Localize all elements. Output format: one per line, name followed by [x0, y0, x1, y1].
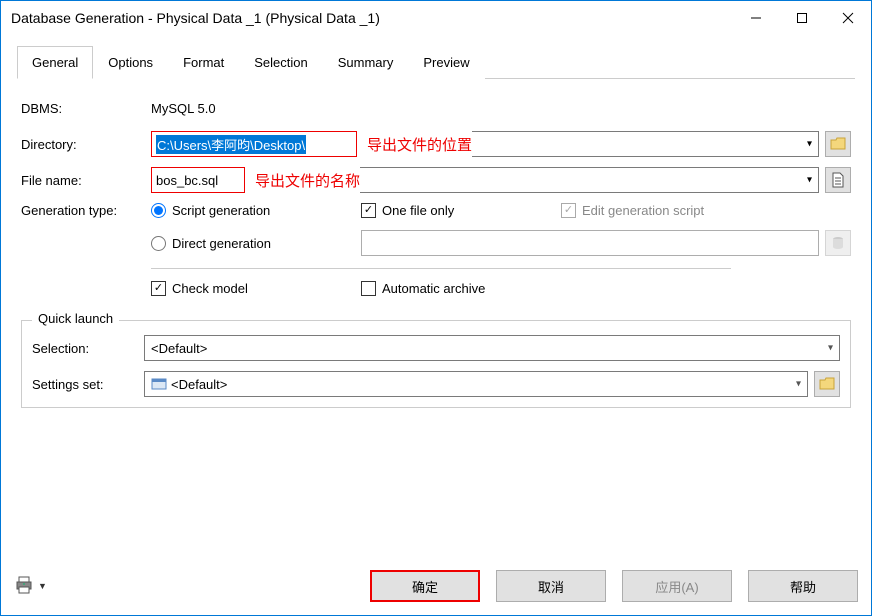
folder-icon [830, 137, 846, 151]
quick-launch-fieldset: Quick launch Selection: <Default> ▾ Sett… [21, 320, 851, 408]
content-area: General Options Format Selection Summary… [1, 35, 871, 412]
database-icon [831, 236, 845, 250]
directory-annotation: 导出文件的位置 [367, 134, 472, 155]
auto-archive-checkbox[interactable] [361, 281, 376, 296]
settings-combo[interactable]: <Default> ▾ [144, 371, 808, 397]
one-file-label: One file only [382, 203, 454, 218]
dbms-label: DBMS: [21, 101, 151, 116]
direct-generation-field[interactable] [361, 230, 819, 256]
check-model-label: Check model [172, 281, 248, 296]
tab-summary[interactable]: Summary [323, 46, 409, 79]
one-file-checkbox[interactable]: ✓ [361, 203, 376, 218]
directory-combo[interactable]: C:\Users\李阿昀\Desktop\ [151, 131, 357, 157]
apply-button: 应用(A) [622, 570, 732, 602]
window-controls [733, 2, 871, 34]
settings-label: Settings set: [32, 377, 144, 392]
titlebar: Database Generation - Physical Data _1 (… [1, 1, 871, 35]
direct-generation-browse-button [825, 230, 851, 256]
filename-annotation: 导出文件的名称 [255, 170, 360, 191]
browse-directory-button[interactable] [825, 131, 851, 157]
chevron-down-icon: ▾ [828, 343, 833, 354]
footer: ▼ 确定 取消 应用(A) 帮助 [14, 570, 858, 602]
tab-selection[interactable]: Selection [239, 46, 322, 79]
selection-label: Selection: [32, 341, 144, 356]
folder-icon [819, 377, 835, 391]
gentype-label: Generation type: [21, 203, 151, 218]
dbms-value: MySQL 5.0 [151, 101, 851, 116]
document-icon [831, 172, 845, 188]
tab-general[interactable]: General [17, 46, 93, 79]
view-file-button[interactable] [825, 167, 851, 193]
filename-value: bos_bc.sql [156, 173, 218, 188]
script-generation-radio[interactable] [151, 203, 166, 218]
close-button[interactable] [825, 2, 871, 34]
settings-browse-button[interactable] [814, 371, 840, 397]
window-title: Database Generation - Physical Data _1 (… [11, 10, 733, 26]
help-button[interactable]: 帮助 [748, 570, 858, 602]
maximize-button[interactable] [779, 2, 825, 34]
divider [151, 268, 731, 269]
settings-value: <Default> [171, 377, 227, 392]
selection-combo[interactable]: <Default> ▾ [144, 335, 840, 361]
chevron-down-icon: ▾ [807, 175, 812, 186]
direct-generation-label: Direct generation [172, 236, 271, 251]
direct-generation-radio[interactable] [151, 236, 166, 251]
filename-combo[interactable]: bos_bc.sql [151, 167, 245, 193]
directory-label: Directory: [21, 137, 151, 152]
print-dropdown[interactable]: ▼ [14, 576, 47, 597]
auto-archive-label: Automatic archive [382, 281, 485, 296]
tab-format[interactable]: Format [168, 46, 239, 79]
selection-value: <Default> [151, 341, 207, 356]
edit-script-checkbox: ✓ [561, 203, 576, 218]
settings-item-icon [151, 377, 167, 391]
edit-script-label: Edit generation script [582, 203, 704, 218]
chevron-down-icon: ▾ [796, 379, 801, 390]
tab-options[interactable]: Options [93, 46, 168, 79]
script-generation-label: Script generation [172, 203, 270, 218]
chevron-down-icon: ▼ [38, 581, 47, 591]
ok-button[interactable]: 确定 [370, 570, 480, 602]
tab-strip: General Options Format Selection Summary… [17, 45, 855, 79]
minimize-button[interactable] [733, 2, 779, 34]
tab-body-general: DBMS: MySQL 5.0 Directory: C:\Users\李阿昀\… [17, 79, 855, 412]
chevron-down-icon: ▾ [807, 139, 812, 150]
printer-icon [14, 576, 34, 597]
filename-label: File name: [21, 173, 151, 188]
check-model-checkbox[interactable]: ✓ [151, 281, 166, 296]
tab-preview[interactable]: Preview [408, 46, 484, 79]
quick-launch-legend: Quick launch [32, 311, 119, 326]
cancel-button[interactable]: 取消 [496, 570, 606, 602]
directory-value: C:\Users\李阿昀\Desktop\ [156, 135, 306, 154]
